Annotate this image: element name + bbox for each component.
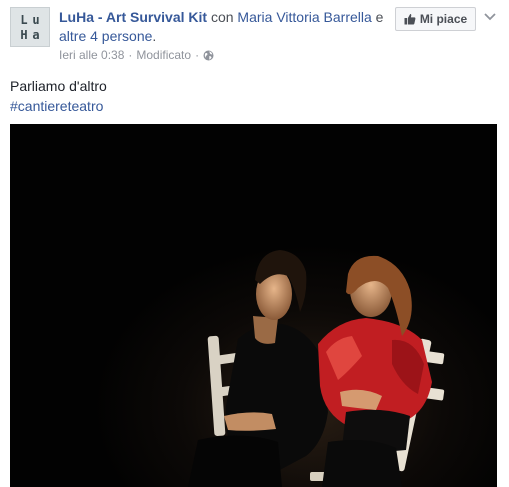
meta-separator: ·: [195, 48, 200, 62]
post-menu-button[interactable]: [482, 9, 498, 23]
post-photo[interactable]: [10, 124, 497, 487]
hashtag-link[interactable]: #cantiereteatro: [10, 96, 107, 116]
edited-link[interactable]: Modificato: [136, 48, 191, 62]
avatar-letter: u: [32, 13, 40, 27]
author-link[interactable]: LuHa - Art Survival Kit: [59, 9, 207, 25]
post-meta: Ieri alle 0:38 · Modificato ·: [59, 48, 214, 62]
like-page-button[interactable]: Mi piace: [395, 7, 476, 31]
avatar-letter: L: [20, 13, 28, 27]
chevron-down-icon: [482, 10, 498, 27]
thumbs-up-icon: [404, 13, 416, 25]
post-text-line: Parliamo d'altro: [10, 78, 107, 94]
timestamp-link[interactable]: Ieri alle 0:38: [59, 48, 124, 62]
post-message: Parliamo d'altro #cantiereteatro: [10, 76, 107, 116]
tagged-person-link[interactable]: Maria Vittoria Barrella: [237, 9, 371, 25]
meta-separator: ·: [128, 48, 133, 62]
post-card: L u H a LuHa - Art Survival Kit con Mari…: [0, 0, 509, 487]
period: .: [152, 28, 157, 44]
and-word: e: [371, 9, 384, 25]
avatar-letter: H: [20, 28, 28, 42]
like-button-label: Mi piace: [419, 12, 468, 26]
with-word: con: [207, 9, 238, 25]
post-header: LuHa - Art Survival Kit con Maria Vittor…: [59, 8, 389, 46]
avatar-letter: a: [32, 28, 40, 42]
globe-icon[interactable]: [203, 50, 214, 61]
page-avatar[interactable]: L u H a: [10, 7, 50, 47]
others-link[interactable]: altre 4 persone: [59, 28, 152, 44]
